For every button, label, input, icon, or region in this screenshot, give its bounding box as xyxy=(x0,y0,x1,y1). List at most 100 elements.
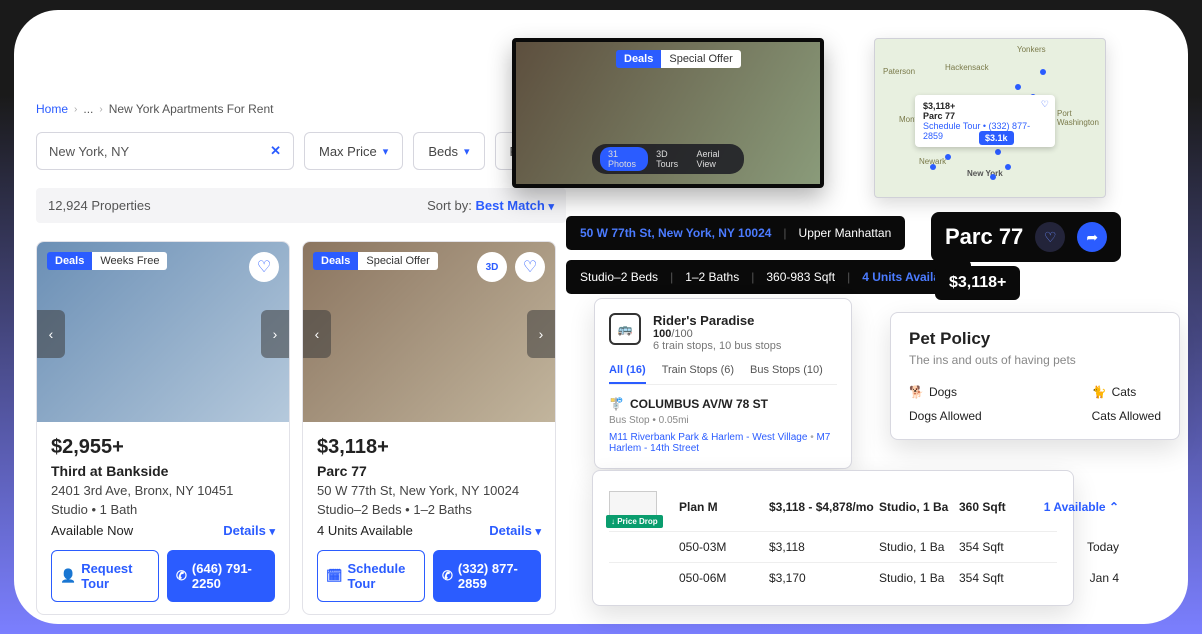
breadcrumb-home[interactable]: Home xyxy=(36,102,68,116)
property-card[interactable]: Deals Special Offer 3D ♡ ‹ › $3,118+ Par… xyxy=(302,241,556,615)
media-tabs: 31 Photos 3D Tours Aerial View xyxy=(592,144,744,174)
price: $2,955+ xyxy=(51,436,275,459)
property-address: 50 W 77th St, New York, NY 10024 xyxy=(317,483,541,498)
dog-icon: 🐕 xyxy=(909,385,924,399)
map[interactable]: Paterson Yonkers Hackensack Montclair Ne… xyxy=(874,38,1106,198)
chevron-down-icon: ▾ xyxy=(464,145,470,158)
map-label: Port Washington xyxy=(1057,109,1101,127)
property-name: Parc 77 xyxy=(317,463,541,479)
button-label: Request Tour xyxy=(81,561,150,591)
3d-tours-tab[interactable]: 3D Tours xyxy=(656,149,684,169)
chevron-down-icon: ▾ xyxy=(548,201,554,213)
unit-id: 050-06M xyxy=(679,571,769,585)
favorite-button[interactable]: ♡ xyxy=(515,252,545,282)
price-drop-badge: ↓ Price Drop xyxy=(606,515,663,528)
unit-avail: Today xyxy=(1039,540,1119,554)
request-tour-button[interactable]: 👤 Request Tour xyxy=(51,550,159,602)
phone-button[interactable]: ✆ (646) 791-2250 xyxy=(167,550,275,602)
property-image: Deals Weeks Free ♡ ‹ › xyxy=(37,242,289,422)
share-button[interactable]: ➦ xyxy=(1077,222,1107,252)
transit-title: Rider's Paradise xyxy=(653,313,781,328)
plan-sqft: 360 Sqft xyxy=(959,500,1039,514)
results-count: 12,924 Properties xyxy=(48,198,151,213)
favorite-button[interactable]: ♡ xyxy=(249,252,279,282)
sort-dropdown[interactable]: Best Match ▾ xyxy=(475,198,554,213)
unit-row[interactable]: 050-03M $3,118 Studio, 1 Ba 354 Sqft Tod… xyxy=(609,531,1057,562)
route-link[interactable]: M11 Riverbank Park & Harlem - West Villa… xyxy=(609,432,807,443)
breadcrumb-ellipsis[interactable]: ... xyxy=(83,102,93,116)
heart-icon: ♡ xyxy=(257,257,271,277)
availability: 4 Units Available xyxy=(317,523,413,538)
property-specs: Studio–2 Beds • 1–2 Baths xyxy=(317,502,541,517)
map-label: New York xyxy=(967,169,1003,178)
next-photo-button[interactable]: › xyxy=(261,310,289,358)
price-chip: $3,118+ xyxy=(935,266,1020,300)
phone-button[interactable]: ✆ (332) 877-2859 xyxy=(433,550,541,602)
property-image: Deals Special Offer 3D ♡ ‹ › xyxy=(303,242,555,422)
unit-beds: Studio, 1 Ba xyxy=(879,571,959,585)
filter-max-price[interactable]: Max Price ▾ xyxy=(304,132,403,170)
map-price-pin[interactable]: $3.1k xyxy=(979,131,1014,145)
property-name: Third at Bankside xyxy=(51,463,275,479)
schedule-tour-button[interactable]: 🗓 Schedule Tour xyxy=(317,550,425,602)
tab-bus[interactable]: Bus Stops (10) xyxy=(750,364,823,384)
property-card[interactable]: Deals Weeks Free ♡ ‹ › $2,955+ Third at … xyxy=(36,241,290,615)
unit-beds: Studio, 1 Ba xyxy=(879,540,959,554)
unit-sqft: 354 Sqft xyxy=(959,540,1039,554)
tab-train[interactable]: Train Stops (6) xyxy=(662,364,734,384)
dogs-label: 🐕Dogs xyxy=(909,385,982,399)
address-bar: 50 W 77th St, New York, NY 10024 | Upper… xyxy=(566,216,905,250)
map-label: Hackensack xyxy=(945,63,989,72)
price: $3,118+ xyxy=(317,436,541,459)
clear-icon[interactable]: ✕ xyxy=(270,143,281,159)
pet-policy-card: Pet Policy The ins and outs of having pe… xyxy=(890,312,1180,440)
deals-badge: Deals xyxy=(616,50,661,68)
aerial-tab[interactable]: Aerial View xyxy=(696,149,732,169)
details-link[interactable]: Details ▾ xyxy=(223,523,275,538)
hero-photo: Deals Special Offer 31 Photos 3D Tours A… xyxy=(512,38,824,188)
property-specs: Studio • 1 Bath xyxy=(51,502,275,517)
address-link[interactable]: 50 W 77th St, New York, NY 10024 xyxy=(580,226,771,240)
unit-row[interactable]: 050-06M $3,170 Studio, 1 Ba 354 Sqft Jan… xyxy=(609,562,1057,593)
button-label: (646) 791-2250 xyxy=(192,561,266,591)
plan-beds: Studio, 1 Ba xyxy=(879,500,959,514)
plan-price: $3,118 - $4,878/mo xyxy=(769,500,879,514)
stop-name: 🚏COLUMBUS AV/W 78 ST xyxy=(609,397,837,411)
filter-beds[interactable]: Beds ▾ xyxy=(413,132,484,170)
chevron-down-icon: ▾ xyxy=(535,526,541,538)
3d-badge[interactable]: 3D xyxy=(477,252,507,282)
search-input[interactable]: New York, NY ✕ xyxy=(36,132,294,170)
heart-icon: ♡ xyxy=(523,257,537,277)
unit-price: $3,118 xyxy=(769,540,879,554)
plan-name: Plan M xyxy=(679,500,769,514)
favorite-button[interactable]: ♡ xyxy=(1035,222,1065,252)
unit-price: $3,170 xyxy=(769,571,879,585)
heart-icon: ♡ xyxy=(1044,229,1057,246)
deals-badge: Deals xyxy=(47,252,92,270)
chevron-down-icon: ▾ xyxy=(269,526,275,538)
filter-label: Max Price xyxy=(319,144,377,159)
map-label: Yonkers xyxy=(1017,45,1046,54)
next-photo-button[interactable]: › xyxy=(527,310,555,358)
dogs-value: Dogs Allowed xyxy=(909,409,982,423)
prev-photo-button[interactable]: ‹ xyxy=(303,310,331,358)
bus-icon: 🚌 xyxy=(609,313,641,345)
prev-photo-button[interactable]: ‹ xyxy=(37,310,65,358)
callout-tour-link[interactable]: Schedule Tour • xyxy=(923,121,986,131)
beds-spec: Studio–2 Beds xyxy=(580,270,658,284)
calendar-icon: 🗓 xyxy=(326,568,343,584)
tab-all[interactable]: All (16) xyxy=(609,364,646,384)
floorplan-thumb: ↓ Price Drop xyxy=(609,491,657,523)
phone-icon: ✆ xyxy=(176,568,187,584)
stop-meta: Bus Stop • 0.05mi xyxy=(609,415,837,426)
photos-tab[interactable]: 31 Photos xyxy=(600,147,648,171)
details-link[interactable]: Details ▾ xyxy=(489,523,541,538)
neighborhood: Upper Manhattan xyxy=(799,226,892,240)
cats-value: Cats Allowed xyxy=(1092,409,1161,423)
available-toggle[interactable]: 1 Available ⌃ xyxy=(1039,500,1119,514)
callout-name: Parc 77 xyxy=(923,111,1047,121)
promo-badge: Weeks Free xyxy=(92,252,167,270)
floorplan-header[interactable]: ↓ Price Drop Plan M $3,118 - $4,878/mo S… xyxy=(609,483,1057,531)
map-label: Paterson xyxy=(883,67,915,76)
heart-icon[interactable]: ♡ xyxy=(1041,99,1049,110)
